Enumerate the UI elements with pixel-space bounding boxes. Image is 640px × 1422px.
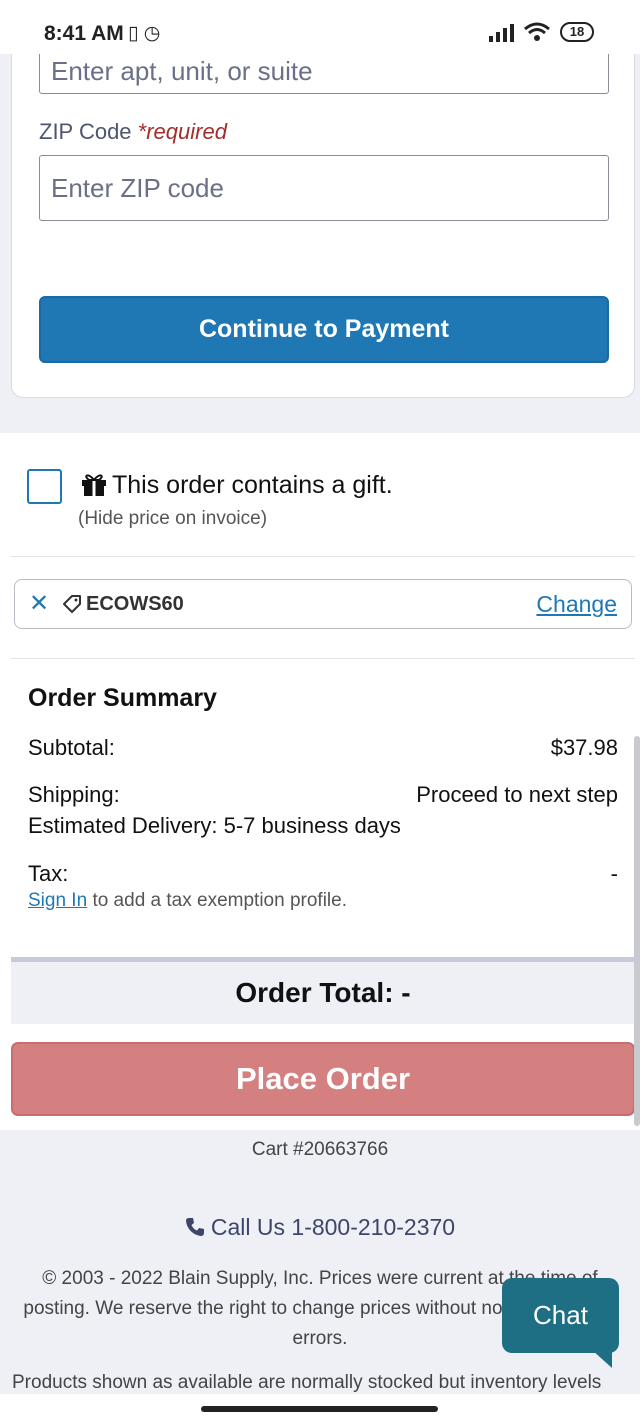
call-us-link[interactable]: Call Us 1-800-210-2370 bbox=[0, 1214, 640, 1241]
gift-icon bbox=[82, 474, 106, 496]
zip-code-input[interactable]: Enter ZIP code bbox=[39, 155, 609, 221]
gift-label: This order contains a gift. bbox=[112, 471, 393, 499]
remove-promo-icon[interactable]: ✕ bbox=[29, 590, 49, 618]
alarm-icon: ◷ bbox=[143, 23, 161, 44]
scrollbar[interactable] bbox=[634, 736, 640, 1126]
system-nav-bar bbox=[0, 1394, 640, 1422]
gift-checkbox[interactable] bbox=[27, 469, 62, 504]
tax-value: - bbox=[610, 861, 618, 886]
vibrate-alarm-icons: ▯ ◷ bbox=[128, 22, 160, 45]
tax-label: Tax: bbox=[28, 861, 69, 886]
vibrate-icon: ▯ bbox=[128, 23, 139, 44]
place-order-button[interactable]: Place Order bbox=[11, 1042, 635, 1116]
shipping-label: Shipping: bbox=[28, 782, 120, 807]
subtotal-value: $37.98 bbox=[550, 735, 618, 760]
home-gesture-handle[interactable] bbox=[201, 1406, 438, 1412]
sign-in-link[interactable]: Sign In bbox=[28, 890, 87, 911]
required-indicator: *required bbox=[137, 119, 227, 144]
shipping-value: Proceed to next step bbox=[416, 782, 618, 807]
subtotal-label: Subtotal: bbox=[28, 735, 115, 760]
change-promo-link[interactable]: Change bbox=[536, 591, 617, 618]
order-panel: This order contains a gift. (Hide price … bbox=[0, 433, 640, 1130]
call-us-text: Call Us 1-800-210-2370 bbox=[210, 1214, 456, 1240]
zip-code-label: ZIP Code *required bbox=[39, 119, 227, 145]
cart-number: Cart #20663766 bbox=[251, 1139, 389, 1160]
continue-to-payment-button[interactable]: Continue to Payment bbox=[39, 296, 609, 363]
address-form-card: Enter apt, unit, or suite ZIP Code *requ… bbox=[11, 0, 635, 398]
promo-code-box: ✕ ECOWS60 Change bbox=[14, 579, 632, 629]
tax-note-text: to add a tax exemption profile. bbox=[92, 890, 347, 911]
divider bbox=[11, 658, 635, 659]
zip-label-text: ZIP Code bbox=[39, 119, 132, 144]
signal-icon bbox=[489, 22, 514, 42]
gift-sublabel: (Hide price on invoice) bbox=[78, 508, 268, 529]
promo-code: ECOWS60 bbox=[86, 593, 184, 615]
phone-icon bbox=[185, 1218, 204, 1236]
wifi-icon bbox=[524, 22, 550, 41]
order-summary-title: Order Summary bbox=[28, 684, 217, 712]
apt-suite-placeholder: Enter apt, unit, or suite bbox=[51, 56, 313, 86]
estimated-delivery: Estimated Delivery: 5-7 business days bbox=[28, 813, 401, 838]
order-total: Order Total: - bbox=[11, 957, 635, 1024]
products-note: Products shown as available are normally… bbox=[12, 1372, 602, 1393]
status-bar: 8:41 AM ▯ ◷ 18 bbox=[0, 0, 640, 54]
status-time: 8:41 AM bbox=[44, 22, 124, 45]
battery-icon: 18 bbox=[560, 22, 594, 42]
divider bbox=[11, 556, 635, 557]
status-right: 18 bbox=[489, 22, 594, 42]
chat-button[interactable]: Chat bbox=[502, 1278, 619, 1353]
tag-icon bbox=[63, 595, 81, 613]
chat-bubble-tail bbox=[592, 1350, 612, 1368]
tax-exemption-note: Sign In to add a tax exemption profile. bbox=[28, 890, 347, 912]
